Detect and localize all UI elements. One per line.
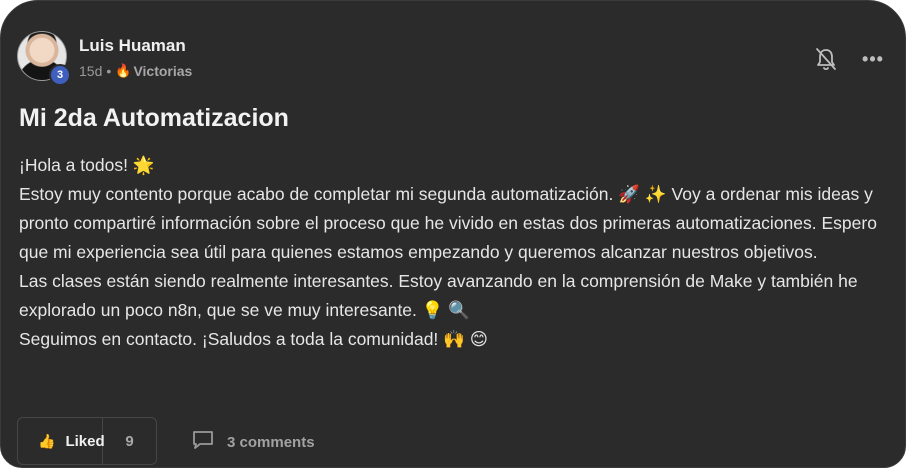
like-button[interactable]: 👍 Liked 9 (17, 417, 157, 465)
author-avatar-wrapper[interactable]: 3 (17, 31, 71, 86)
fire-icon: 🔥 (115, 63, 132, 78)
thumbs-up-icon: 👍 (38, 432, 56, 449)
bell-off-icon[interactable] (814, 47, 838, 73)
post-time[interactable]: 15d (79, 63, 102, 79)
comment-icon (191, 429, 215, 456)
comments-button[interactable]: 3 comments (191, 429, 315, 456)
post-paragraph: Seguimos en contacto. ¡Saludos a toda la… (19, 329, 489, 349)
post-paragraph: Estoy muy contento porque acabo de compl… (19, 184, 877, 262)
post-title[interactable]: Mi 2da Automatizacion (19, 104, 289, 133)
post-paragraph: ¡Hola a todos! 🌟 (19, 155, 155, 175)
like-count[interactable]: 9 (103, 433, 156, 450)
post-header: 3 Luis Huaman 15d • 🔥 Victorias ••• (17, 31, 887, 87)
post-body: ¡Hola a todos! 🌟 Estoy muy contento porq… (19, 151, 879, 354)
post-card: 3 Luis Huaman 15d • 🔥 Victorias ••• Mi 2… (0, 0, 906, 468)
post-meta: 15d • 🔥 Victorias (79, 63, 192, 79)
category-link[interactable]: Victorias (133, 63, 192, 79)
like-toggle[interactable]: 👍 Liked (18, 418, 105, 464)
more-horizontal-icon[interactable]: ••• (861, 49, 885, 69)
comments-label: 3 comments (227, 434, 315, 451)
level-badge: 3 (49, 64, 71, 86)
author-name[interactable]: Luis Huaman (79, 36, 186, 56)
post-actions: 👍 Liked 9 3 comments (17, 417, 877, 467)
like-label: Liked (65, 432, 105, 450)
meta-separator: • (106, 63, 112, 79)
post-paragraph: Las clases están siendo realmente intere… (19, 271, 858, 320)
